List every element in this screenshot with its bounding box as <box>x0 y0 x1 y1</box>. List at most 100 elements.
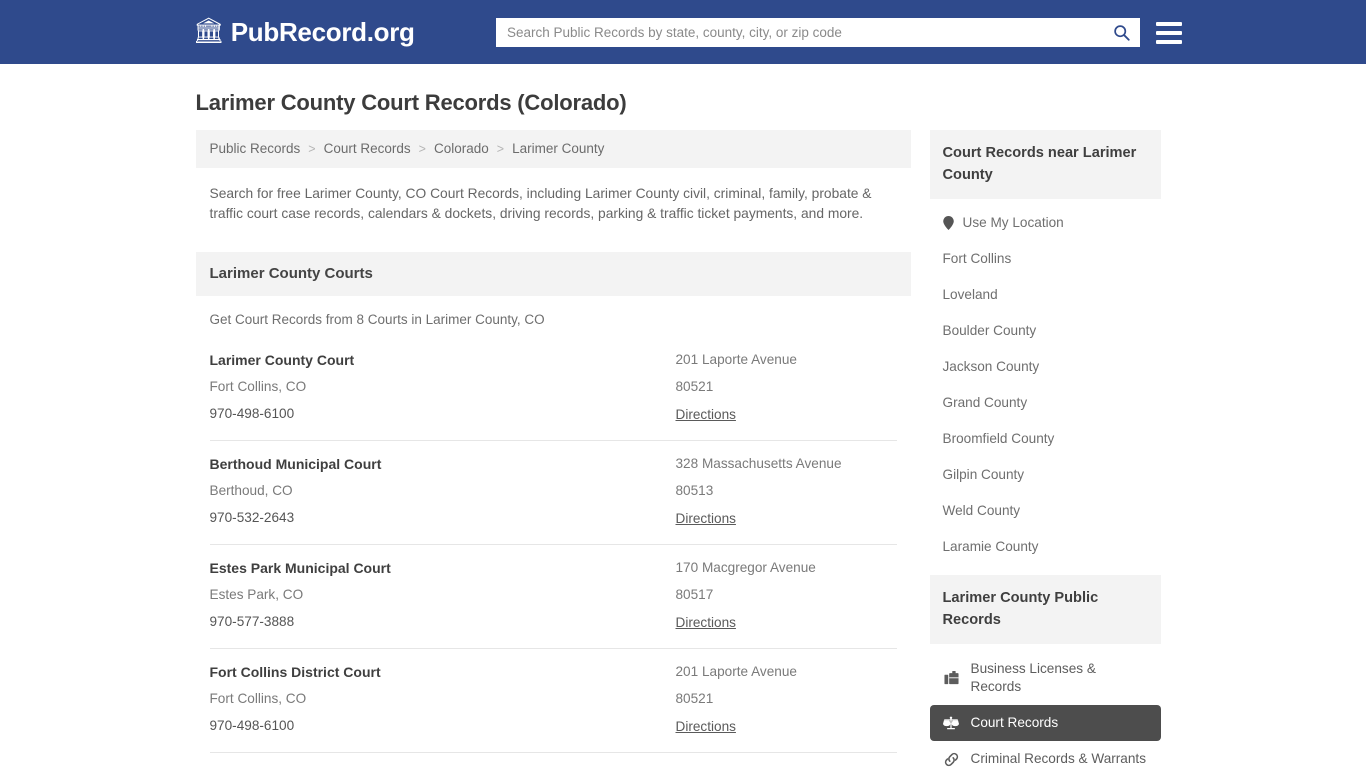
court-row: Estes Park Municipal Court Estes Park, CO… <box>209 545 897 649</box>
court-phone[interactable]: 970-498-6100 <box>210 718 676 734</box>
court-info-right: 170 Macgregor Avenue 80517 Directions <box>676 560 897 632</box>
court-phone[interactable]: 970-498-6100 <box>210 406 676 422</box>
court-phone[interactable]: 970-532-2643 <box>210 510 676 526</box>
sidebar: Court Records near Larimer County Use My… <box>929 130 1161 768</box>
court-info-left: Estes Park Municipal Court Estes Park, CO… <box>210 560 676 632</box>
breadcrumb-separator: > <box>418 141 426 156</box>
main-column: Public Records > Court Records > Colorad… <box>195 130 911 768</box>
court-list: Larimer County Court Fort Collins, CO 970-… <box>196 337 911 768</box>
court-info-right: 328 Massachusetts Avenue 80513 Directions <box>676 456 897 528</box>
two-column-layout: Public Records > Court Records > Colorad… <box>195 130 1171 768</box>
public-records-links-list: Business Licenses & Records Court Records… <box>929 644 1161 768</box>
hamburger-menu-icon[interactable] <box>1156 21 1182 44</box>
search-area <box>496 18 1182 47</box>
court-address: 170 Macgregor Avenue <box>675 560 816 575</box>
public-records-link-court-records[interactable]: Court Records <box>929 705 1161 741</box>
nearby-link-fort-collins[interactable]: Fort Collins <box>930 241 1161 277</box>
site-header: 🏛 PubRecord.org <box>0 0 1366 64</box>
court-row: Fort Collins Municipal CourtFort Collins… <box>210 753 897 768</box>
public-records-link-business-licenses-records[interactable]: Business Licenses & Records <box>930 651 1161 705</box>
court-address: 201 Laporte Avenue <box>675 664 797 679</box>
nearby-link-use-my-location[interactable]: Use My Location <box>930 205 1161 241</box>
bank-building-icon: 🏛 <box>193 16 225 45</box>
briefcase-icon <box>943 670 960 686</box>
breadcrumb-item-court-records[interactable]: Court Records <box>324 141 411 156</box>
hamburger-bar <box>1156 39 1182 44</box>
court-info-right: 201 Laporte Avenue 80521 Directions <box>676 352 897 424</box>
public-records-link-label: Court Records <box>970 715 1059 730</box>
public-records-panel: Larimer County Public Records Business L… <box>929 575 1161 768</box>
page-description: Search for free Larimer County, CO Court… <box>209 186 872 221</box>
directions-link[interactable]: Directions <box>676 407 736 422</box>
nearby-link-label: Laramie County <box>942 539 1039 554</box>
nearby-link-label: Grand County <box>942 395 1028 410</box>
nearby-panel-header: Court Records near Larimer County <box>929 130 1161 199</box>
court-info-left: Fort Collins District Court Fort Collins,… <box>210 664 676 736</box>
nearby-link-broomfield-county[interactable]: Broomfield County <box>930 421 1161 457</box>
court-name[interactable]: Estes Park Municipal Court <box>210 560 676 576</box>
nearby-link-label: Fort Collins <box>942 251 1012 266</box>
directions-link[interactable]: Directions <box>676 719 736 734</box>
court-name[interactable]: Berthoud Municipal Court <box>210 456 676 472</box>
nearby-link-label: Weld County <box>942 503 1021 518</box>
nearby-link-grand-county[interactable]: Grand County <box>930 385 1161 421</box>
logo-text: PubRecord.org <box>230 16 415 47</box>
search-button[interactable] <box>1102 18 1140 47</box>
nearby-court-records-panel: Court Records near Larimer County Use My… <box>929 130 1161 565</box>
nearby-links-list: Use My Location Fort Collins Loveland Bould… <box>930 199 1161 565</box>
nearby-link-label: Use My Location <box>962 215 1064 230</box>
breadcrumb-item-colorado[interactable]: Colorado <box>434 141 489 156</box>
directions-link[interactable]: Directions <box>676 615 736 630</box>
court-zip: 80517 <box>675 587 714 602</box>
nearby-link-label: Jackson County <box>942 359 1040 374</box>
nearby-link-weld-county[interactable]: Weld County <box>930 493 1161 529</box>
nearby-link-laramie-county[interactable]: Laramie County <box>930 529 1161 565</box>
public-records-panel-header: Larimer County Public Records <box>929 575 1161 644</box>
public-records-link-criminal-records-warrants[interactable]: Criminal Records & Warrants <box>930 741 1161 768</box>
court-city-state: Berthoud, CO <box>209 483 293 498</box>
court-info-left: Larimer County Court Fort Collins, CO 970-… <box>210 352 676 424</box>
link-chain-icon <box>943 752 960 767</box>
breadcrumb: Public Records > Court Records > Colorad… <box>195 130 911 168</box>
search-box <box>496 18 1140 47</box>
search-icon <box>1113 25 1130 41</box>
court-info-left: Berthoud Municipal Court Berthoud, CO 970-… <box>210 456 676 528</box>
court-zip: 80521 <box>675 691 714 706</box>
content-container: Larimer County Court Records (Colorado) … <box>195 64 1171 768</box>
court-row: Berthoud Municipal Court Berthoud, CO 970-… <box>209 441 897 545</box>
hamburger-bar <box>1156 21 1182 26</box>
court-city-state: Fort Collins, CO <box>209 379 307 394</box>
court-row: Fort Collins District Court Fort Collins,… <box>209 649 897 753</box>
map-pin-icon <box>942 216 954 230</box>
breadcrumb-separator: > <box>308 141 316 156</box>
directions-link[interactable]: Directions <box>676 511 736 526</box>
hamburger-bar <box>1156 30 1182 35</box>
court-info-right: 201 Laporte Avenue 80521 Directions <box>676 664 897 736</box>
court-name[interactable]: Larimer County Court <box>210 352 676 368</box>
court-row: Larimer County Court Fort Collins, CO 970-… <box>209 337 897 441</box>
nearby-link-label: Gilpin County <box>942 467 1025 482</box>
nearby-link-boulder-county[interactable]: Boulder County <box>930 313 1161 349</box>
courts-section-subtitle: Get Court Records from 8 Courts in Larim… <box>209 312 545 327</box>
nearby-link-jackson-county[interactable]: Jackson County <box>930 349 1161 385</box>
court-zip: 80521 <box>675 379 714 394</box>
public-records-link-label: Criminal Records & Warrants <box>970 751 1147 766</box>
nearby-link-label: Broomfield County <box>942 431 1055 446</box>
search-input[interactable] <box>496 18 1102 47</box>
page-body: Larimer County Court Records (Colorado) … <box>0 64 1366 768</box>
courts-section-header: Larimer County Courts <box>195 252 911 296</box>
nearby-link-loveland[interactable]: Loveland <box>930 277 1161 313</box>
court-zip: 80513 <box>675 483 714 498</box>
court-name[interactable]: Fort Collins District Court <box>210 664 676 680</box>
site-logo[interactable]: 🏛 PubRecord.org <box>193 17 415 48</box>
court-address: 328 Massachusetts Avenue <box>675 456 842 471</box>
nearby-link-gilpin-county[interactable]: Gilpin County <box>930 457 1161 493</box>
scales-of-justice-icon <box>943 716 960 731</box>
court-phone[interactable]: 970-577-3888 <box>210 614 676 630</box>
court-address: 201 Laporte Avenue <box>675 352 797 367</box>
breadcrumb-item-larimer-county[interactable]: Larimer County <box>512 141 604 156</box>
page-title: Larimer County Court Records (Colorado) <box>195 90 627 115</box>
public-records-link-label: Business Licenses & Records <box>970 661 1096 694</box>
breadcrumb-item-public-records[interactable]: Public Records <box>210 141 301 156</box>
nearby-link-label: Boulder County <box>942 323 1037 338</box>
